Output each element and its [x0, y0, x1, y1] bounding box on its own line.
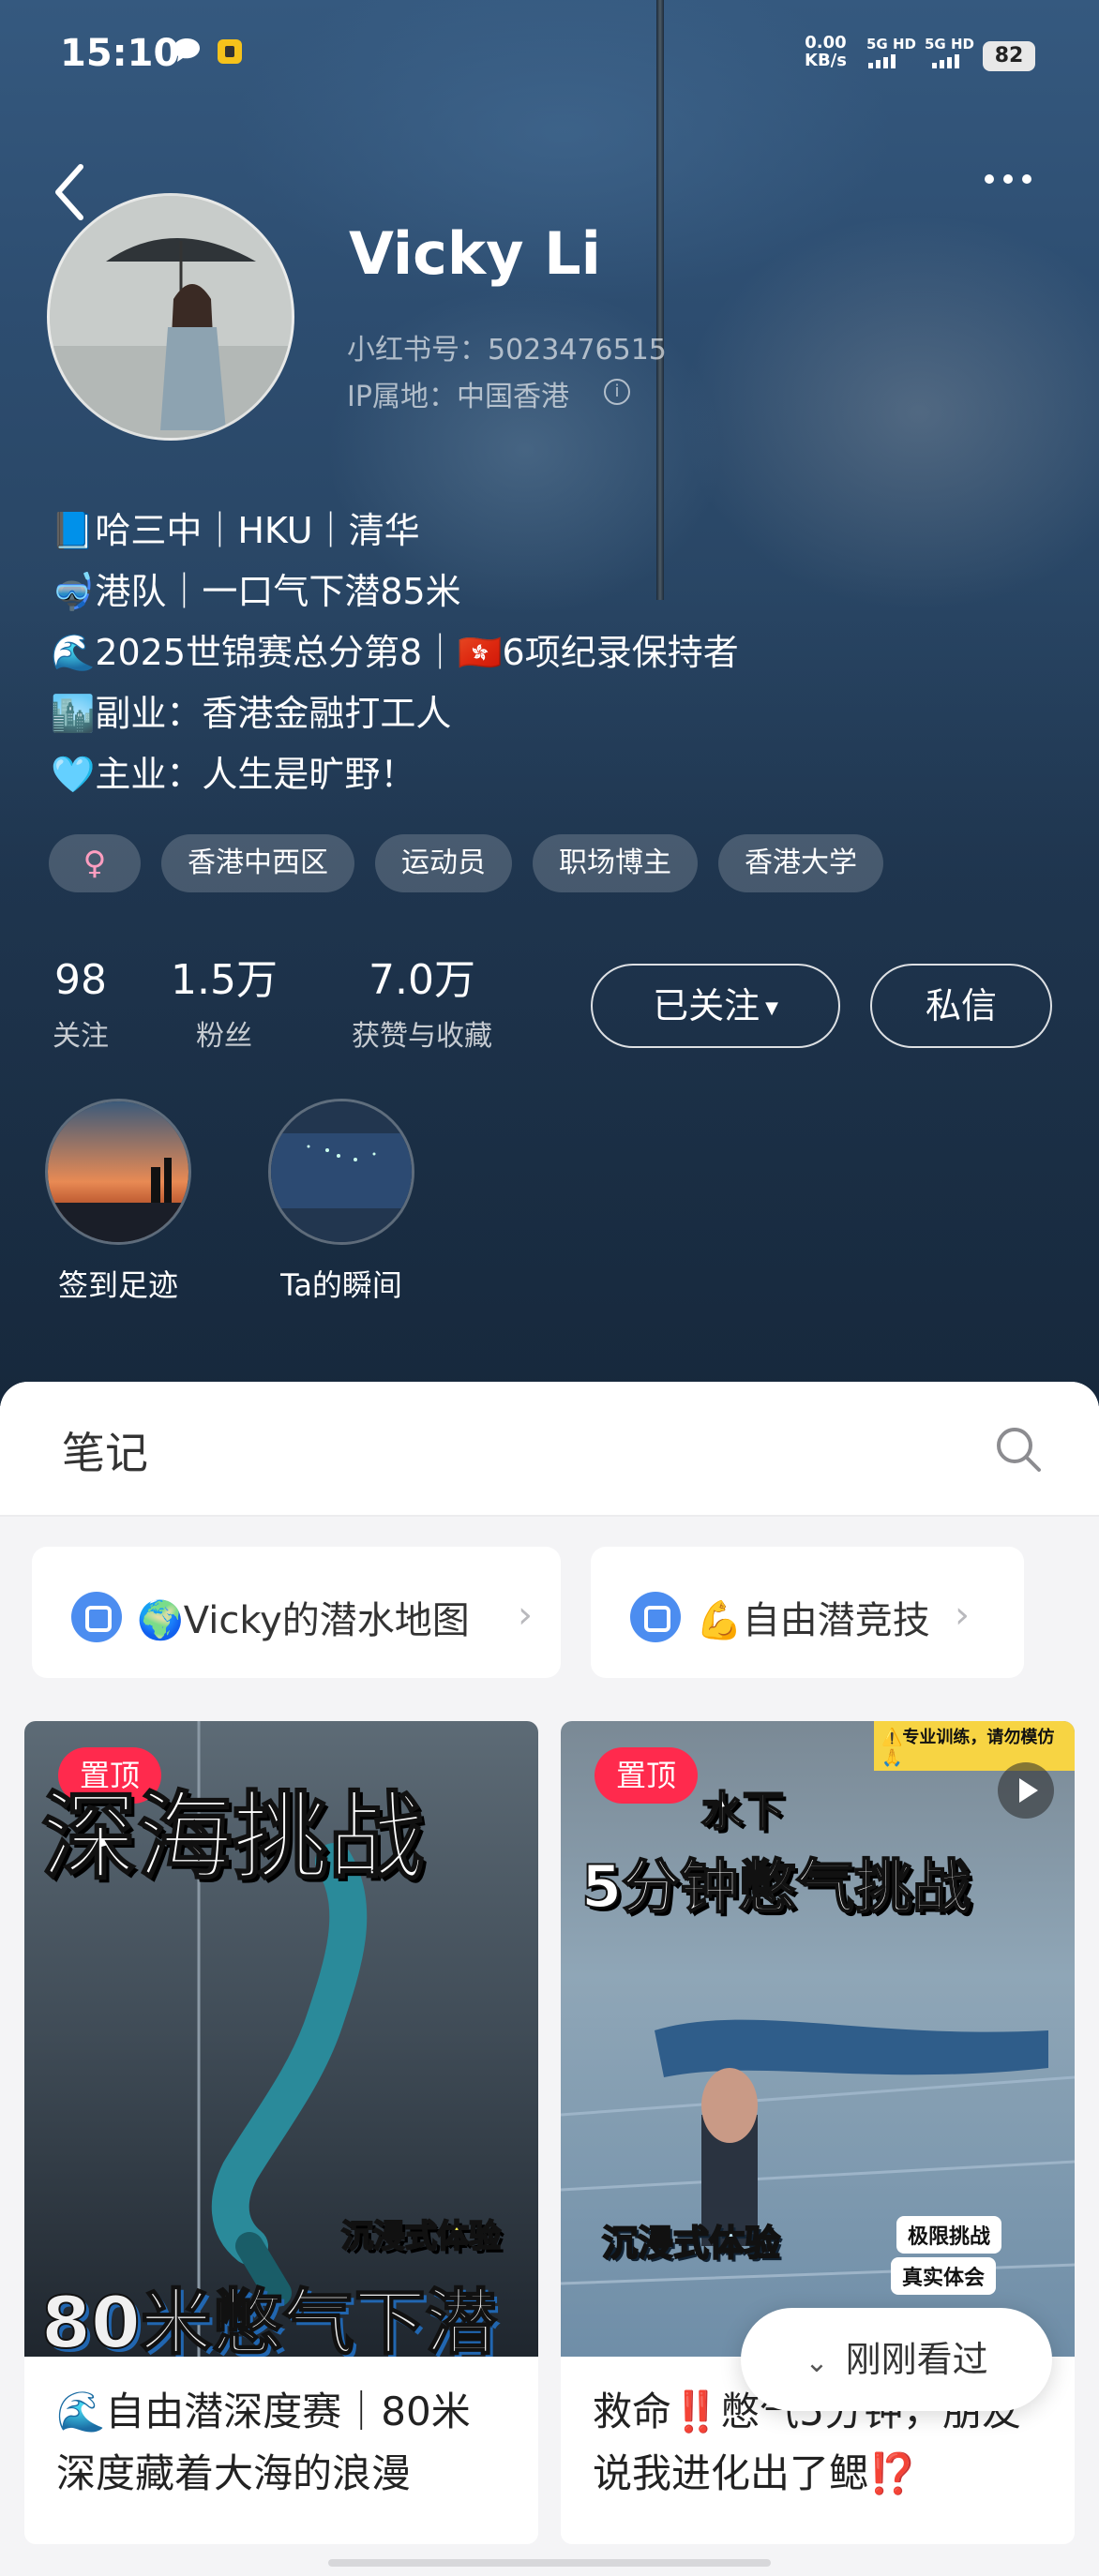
diving-mask-icon: 🤿	[51, 571, 96, 612]
bio-line: 🤿港队｜一口气下潜85米	[51, 571, 461, 612]
note-title: 🌊自由潜深度赛｜80米深度藏着大海的浪漫	[56, 2389, 471, 2496]
app-notification-icon	[214, 36, 246, 75]
double-chevron-down-icon: ⌄	[805, 2346, 829, 2379]
play-icon	[998, 1762, 1054, 1819]
note-cover: ⚠️专业训练，请勿模仿🙏 置顶 水下 5分钟憋气挑战 沉浸式体验 极限挑战 真实…	[561, 1721, 1075, 2357]
network-speed: 0.00 KB/s	[805, 33, 847, 70]
info-icon[interactable]: i	[604, 379, 630, 405]
profile-name: Vicky Li	[349, 219, 601, 288]
book-icon: 📘	[51, 510, 96, 551]
bio: 📘哈三中｜HKU｜清华 🤿港队｜一口气下潜85米 🌊2025世锦赛总分第8｜🇭🇰…	[51, 501, 739, 805]
location-tag[interactable]: 香港中西区	[161, 834, 354, 892]
moments-thumbnail	[268, 1099, 414, 1245]
highlight-moments[interactable]: Ta的瞬间	[266, 1099, 416, 1305]
search-icon	[997, 1428, 1041, 1472]
collection-freediving[interactable]: 💪自由潜竞技 ›	[591, 1547, 1024, 1678]
chevron-right-icon: ›	[518, 1594, 533, 1637]
sim1-signal-icon	[868, 54, 896, 68]
sim1-label: 5G HD	[866, 36, 916, 52]
likes-stat[interactable]: 7.0万 获赞与收藏	[338, 954, 506, 1054]
checkin-thumbnail	[45, 1099, 191, 1245]
collection-icon	[71, 1592, 122, 1642]
school-tag[interactable]: 香港大学	[718, 834, 883, 892]
tab-notes[interactable]: 笔记	[62, 1419, 148, 1481]
bio-line: 🌊2025世锦赛总分第8｜🇭🇰6项纪录保持者	[51, 632, 739, 673]
cityscape-icon: 🏙️	[51, 693, 96, 734]
status-time: 15:10	[60, 32, 180, 75]
bio-line: 🩵主业：人生是旷野！	[51, 754, 416, 795]
heart-icon: 🩵	[51, 754, 96, 795]
home-indicator[interactable]	[328, 2559, 771, 2567]
notes-header: 笔记	[0, 1382, 1099, 1517]
search-button[interactable]	[994, 1425, 1043, 1474]
bio-line: 🏙️副业：香港金融打工人	[51, 693, 452, 734]
note-cover: 置顶 深海挑战 沉浸式体验 80米憋气下潜	[24, 1721, 538, 2357]
sim2-label: 5G HD	[925, 36, 974, 52]
pinned-badge: 置顶	[595, 1747, 698, 1804]
occupation-tag[interactable]: 运动员	[375, 834, 512, 892]
message-bubble-icon	[171, 36, 203, 73]
profile-tags: ♀ 香港中西区 运动员 职场博主 香港大学	[49, 834, 883, 892]
bio-line: 📘哈三中｜HKU｜清华	[51, 510, 420, 551]
message-button[interactable]: 私信	[870, 964, 1052, 1048]
wave-icon: 🌊	[51, 632, 96, 673]
avatar-image	[50, 196, 292, 438]
chevron-right-icon: ›	[955, 1594, 970, 1637]
following-button[interactable]: 已关注 ▼	[591, 964, 840, 1048]
category-tag[interactable]: 职场博主	[533, 834, 698, 892]
avatar[interactable]	[47, 193, 294, 441]
sim2-signal-icon	[932, 54, 959, 68]
following-stat[interactable]: 98 关注	[47, 954, 114, 1054]
status-bar: 15:10 0.00 KB/s 5G HD 5G HD 82	[0, 0, 1099, 112]
note-card[interactable]: 置顶 深海挑战 沉浸式体验 80米憋气下潜 🌊自由潜深度赛｜80米深度藏着大海的…	[24, 1721, 538, 2544]
recently-viewed-button[interactable]: ⌄ 刚刚看过	[741, 2308, 1052, 2411]
highlight-checkin[interactable]: 签到足迹	[43, 1099, 193, 1305]
collection-icon	[630, 1592, 681, 1642]
chevron-left-icon	[55, 164, 83, 220]
followers-stat[interactable]: 1.5万 粉丝	[167, 954, 281, 1054]
gender-tag: ♀	[49, 834, 141, 892]
note-card[interactable]: ⚠️专业训练，请勿模仿🙏 置顶 水下 5分钟憋气挑战 沉浸式体验 极限挑战 真实…	[561, 1721, 1075, 2544]
red-id[interactable]: 小红书号：5023476515	[347, 326, 667, 367]
collection-diving-map[interactable]: 🌍Vicky的潜水地图 ›	[32, 1547, 561, 1678]
caret-down-icon: ▼	[765, 997, 778, 1018]
battery-indicator: 82	[983, 41, 1035, 71]
more-options-button[interactable]	[985, 174, 1031, 184]
back-button[interactable]	[51, 159, 88, 225]
ip-location: IP属地：中国香港	[347, 381, 569, 413]
